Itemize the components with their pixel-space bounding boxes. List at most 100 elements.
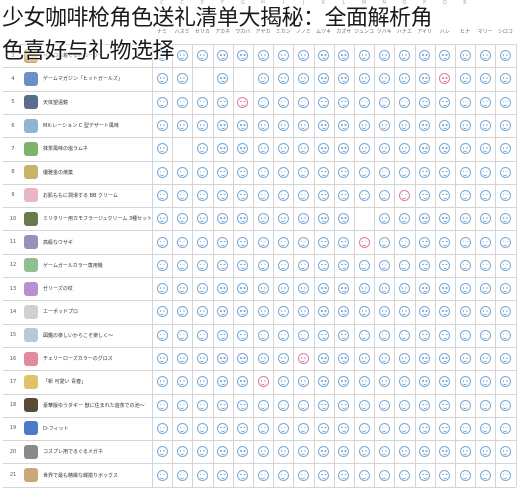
smile-face-icon [439, 376, 451, 388]
preference-cell [455, 184, 475, 207]
preference-cell [495, 324, 515, 347]
smile-face-icon [459, 189, 471, 201]
grid-line [3, 113, 516, 115]
smile-face-icon [217, 376, 229, 388]
preference-cell [475, 254, 495, 277]
smile-face-icon [439, 120, 451, 132]
smile-face-icon [297, 422, 309, 434]
preference-cell [394, 230, 414, 253]
smile-face-icon [196, 189, 208, 201]
smile-face-icon [257, 283, 269, 295]
smile-face-icon [479, 73, 491, 85]
preference-cell [354, 463, 374, 486]
smile-face-icon [419, 446, 431, 458]
preference-cell [495, 114, 515, 137]
preference-cell [435, 417, 455, 440]
smile-face-icon [398, 259, 410, 271]
gift-number: 18 [9, 402, 17, 409]
smile-face-icon [156, 143, 168, 155]
preference-cell [293, 91, 313, 114]
grid-line [3, 323, 516, 325]
gift-preference-table: CCEFGHIJKLMNOPQR ナミ ハスミ セリカ アカネ ワカバ アヤカ ミカン ノノミ… [0, 0, 527, 500]
preference-cell [374, 230, 394, 253]
smile-face-icon [217, 120, 229, 132]
preference-cell [455, 324, 475, 347]
preference-cell [293, 254, 313, 277]
smile-face-icon [338, 96, 350, 108]
preference-cell [354, 440, 374, 463]
preference-cell [152, 207, 172, 230]
preference-cell [374, 161, 394, 184]
preference-cell [495, 184, 515, 207]
smile-face-icon [318, 259, 330, 271]
smile-face-icon [439, 306, 451, 318]
preference-cell [314, 207, 334, 230]
smile-face-icon [378, 446, 390, 458]
smile-face-icon [318, 469, 330, 481]
preference-cell [233, 161, 253, 184]
smile-face-icon [419, 143, 431, 155]
smile-face-icon [318, 213, 330, 225]
gift-row: 8 優雅金の焼菓 [3, 161, 523, 184]
preference-cell [172, 300, 192, 323]
preference-cell [334, 370, 354, 393]
preference-cell [293, 161, 313, 184]
preference-cell [334, 161, 354, 184]
page-title: 少女咖啡枪角色送礼清单大揭秘：全面解析角 色喜好与礼物选择 [2, 2, 526, 72]
smile-face-icon [237, 143, 249, 155]
grid-line [232, 44, 234, 487]
gift-number: 12 [9, 262, 17, 269]
preference-cell [314, 161, 334, 184]
smile-face-icon [398, 236, 410, 248]
preference-cell [273, 277, 293, 300]
preference-cell [273, 184, 293, 207]
preference-cell [152, 440, 172, 463]
gift-icon [24, 421, 38, 436]
smile-face-icon [156, 213, 168, 225]
preference-cell [354, 417, 374, 440]
preference-cell [374, 184, 394, 207]
grid-line [455, 44, 456, 487]
preference-cell [253, 347, 273, 370]
grid-line [192, 44, 194, 487]
grid-line [3, 370, 516, 372]
grid-line [273, 44, 275, 487]
smile-face-icon [378, 143, 390, 155]
preference-cell [435, 254, 455, 277]
smile-face-icon [419, 120, 431, 132]
preference-cell [415, 277, 435, 300]
preference-cell [192, 161, 212, 184]
preference-cell [435, 207, 455, 230]
gift-row: 20 コスプレ用でるぐるメガネ [3, 440, 523, 463]
smile-face-icon [176, 399, 188, 411]
preference-cell [394, 417, 414, 440]
gift-name: 「新 可愛い 青春」 [43, 379, 87, 386]
smile-face-icon [398, 283, 410, 295]
smile-face-icon [277, 283, 289, 295]
smile-face-icon [459, 329, 471, 341]
gift-name: コスプレ用でるぐるメガネ [43, 449, 103, 456]
preference-cell [253, 324, 273, 347]
preference-cell [435, 184, 455, 207]
smile-face-icon [297, 120, 309, 132]
preference-cell [172, 463, 192, 486]
smile-face-icon [459, 422, 471, 434]
smile-face-icon [479, 259, 491, 271]
smile-face-icon [499, 96, 511, 108]
preference-cell [172, 207, 192, 230]
grid-line [3, 486, 516, 488]
smile-face-icon [479, 353, 491, 365]
preference-cell [172, 254, 192, 277]
preference-cell [475, 114, 495, 137]
smile-face-icon [156, 446, 168, 458]
smile-face-icon [318, 422, 330, 434]
preference-cell [273, 230, 293, 253]
smile-face-icon [398, 469, 410, 481]
preference-cell [273, 114, 293, 137]
preference-cell [394, 370, 414, 393]
smile-face-icon [297, 446, 309, 458]
smile-face-icon [277, 73, 289, 85]
smile-face-icon [459, 143, 471, 155]
grid-line [394, 44, 396, 487]
smile-face-icon [318, 166, 330, 178]
